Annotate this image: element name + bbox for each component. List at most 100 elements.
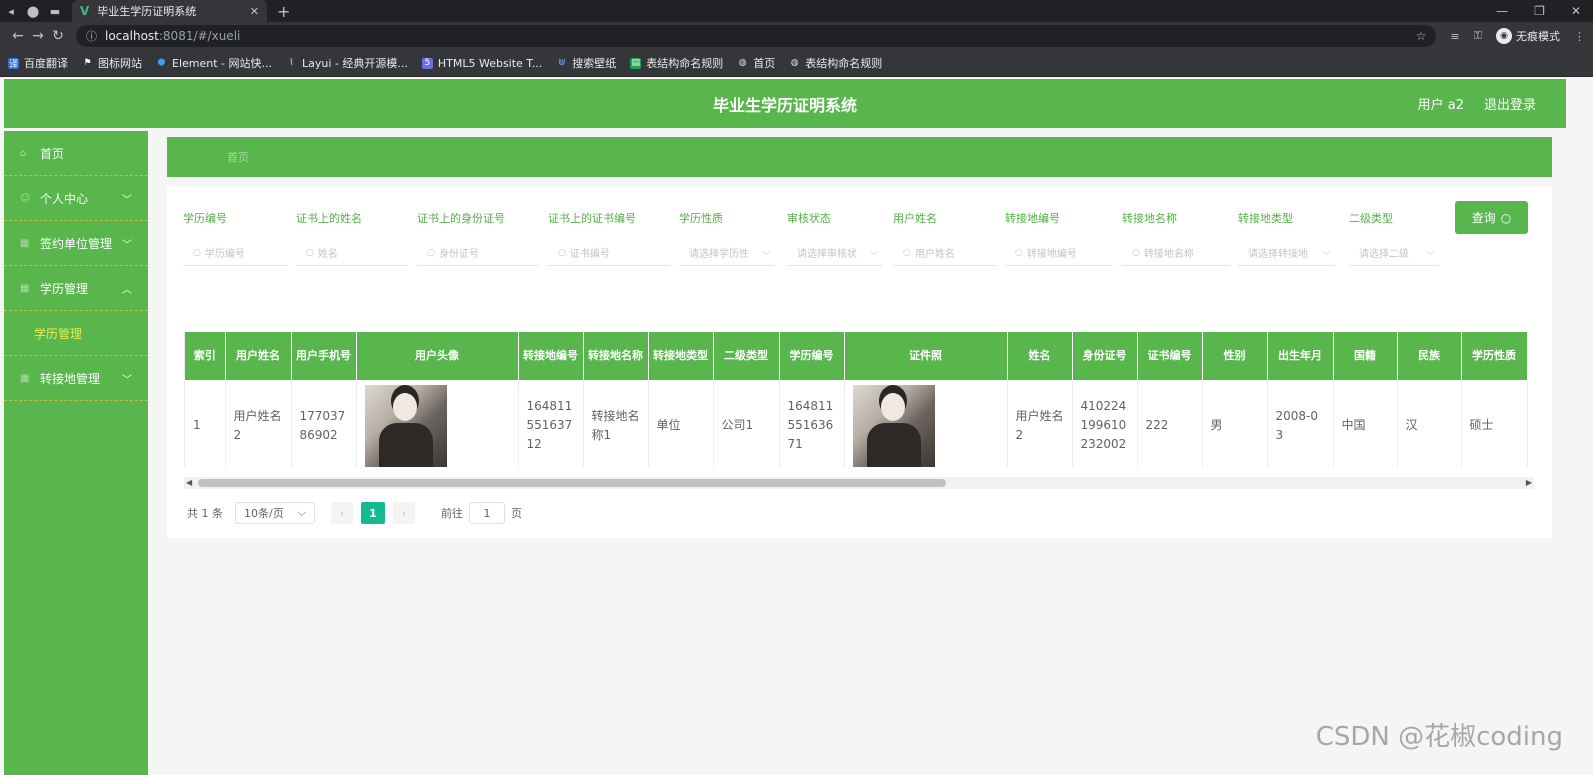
url-input[interactable]: ⓘ localhost:8081/#/xueli ☆ [76, 25, 1437, 47]
filter-cert-name: 证书上的姓名 ○ 姓名 [296, 210, 417, 266]
prev-page-button[interactable]: ‹ [331, 502, 353, 524]
scroll-right-icon[interactable]: ▶ [1526, 478, 1532, 487]
breadcrumb-home[interactable]: 首页 [227, 149, 249, 165]
bookmark-item[interactable]: ◍ 表结构命名规则 [789, 55, 882, 71]
cert-no-input[interactable]: ○ 证书编号 [548, 240, 670, 266]
column-header: 姓名 [1007, 332, 1073, 380]
menu-kebab-icon[interactable]: ⋮ [1574, 30, 1585, 43]
close-tab-icon[interactable]: ✕ [250, 5, 259, 18]
transfer-no-input[interactable]: ○ 转接地编号 [1005, 240, 1113, 266]
sidebar-item-transfer[interactable]: ▦ 转接地管理 ﹀ [4, 356, 148, 401]
new-tab-icon[interactable]: + [277, 2, 290, 21]
table-row[interactable]: 1 用户姓名2 17703786902 16481155163712 转接地名称… [185, 380, 1528, 468]
incognito-label: 无痕模式 [1516, 30, 1560, 43]
cert-id-input[interactable]: ○ 身份证号 [417, 240, 539, 266]
filter-edu-type: 学历性质 请选择学历性 ⌵ [679, 210, 787, 266]
filter-transfer-name: 转接地名称 ○ 转接地名称 [1122, 210, 1238, 266]
bookmark-item[interactable]: 译百度翻译 [8, 55, 68, 71]
cell-edu-type: 硕士 [1461, 380, 1528, 468]
filter-transfer-no: 转接地编号 ○ 转接地编号 [1005, 210, 1122, 266]
next-page-button[interactable]: › [393, 502, 415, 524]
chevron-down-icon: ⌵ [1323, 247, 1331, 258]
info-icon[interactable]: ⓘ [86, 28, 97, 44]
sidebar: ⌂ 首页 ☺ 个人中心 ﹀ ▦ 签约单位管理 ﹀ ▦ 学历管理 ︿ 学历管理 ▦… [4, 131, 148, 775]
column-header: 证件照 [844, 332, 1008, 380]
edu-type-select[interactable]: 请选择学历性 ⌵ [679, 240, 774, 266]
current-user: 用户 a2 [1417, 98, 1464, 113]
incognito-badge[interactable]: ◉ 无痕模式 [1496, 28, 1560, 44]
back-icon[interactable]: ← [8, 28, 28, 44]
browser-tab-bar: ◂ ⬤ ▬ V 毕业生学历证明系统 ✕ + — ❐ ✕ [0, 0, 1593, 22]
column-header: 学历编号 [779, 332, 845, 380]
query-button[interactable]: 查询 ○ [1455, 201, 1528, 234]
horizontal-scrollbar[interactable]: ◀ ▶ [184, 477, 1534, 489]
forward-icon[interactable]: → [28, 28, 48, 44]
transfer-name-input[interactable]: ○ 转接地名称 [1122, 240, 1230, 266]
logout-link[interactable]: 退出登录 [1484, 94, 1536, 113]
user-name-input[interactable]: ○ 用户姓名 [893, 240, 996, 266]
sub-type-select[interactable]: 请选择二级 ⌵ [1349, 240, 1439, 266]
restore-icon[interactable]: ❐ [1534, 4, 1545, 18]
chevron-down-icon: ⌵ [1427, 247, 1435, 258]
reload-icon[interactable]: ↻ [48, 28, 68, 44]
sidebar-subitem-education[interactable]: 学历管理 [4, 311, 148, 356]
scroll-left-icon[interactable]: ◀ [186, 478, 192, 487]
search-icon: ○ [558, 247, 566, 258]
sidebar-item-profile[interactable]: ☺ 个人中心 ﹀ [4, 176, 148, 221]
bookmark-item[interactable]: ⬢ Element - 网站快... [156, 55, 272, 71]
column-header: 身份证号 [1072, 332, 1138, 380]
chevron-up-icon: ︿ [122, 284, 132, 296]
browser-tab[interactable]: V 毕业生学历证明系统 ✕ [72, 0, 267, 22]
tab-search-icon[interactable]: ◂ [0, 0, 22, 22]
column-header: 索引 [185, 332, 226, 380]
key-icon[interactable]: ⚿ [1474, 29, 1482, 43]
bookmarks-bar: 译百度翻译 ⚑ 图标网站 ⬢ Element - 网站快... ⌇ Layui - 经… [0, 50, 1593, 77]
page-size-select[interactable]: 10条/页 ⌵ [235, 502, 315, 524]
search-icon: ○ [1132, 247, 1140, 258]
column-header: 转接地名称 [583, 332, 649, 380]
tab-title: 毕业生学历证明系统 [97, 5, 197, 18]
cell-index: 1 [185, 380, 226, 468]
cert-name-input[interactable]: ○ 姓名 [296, 240, 408, 266]
column-header: 证书编号 [1137, 332, 1203, 380]
transfer-type-select[interactable]: 请选择转接地 ⌵ [1238, 240, 1335, 266]
cell-avatar [356, 380, 519, 468]
user-avatar-image[interactable] [364, 384, 447, 467]
column-header: 用户姓名 [225, 332, 292, 380]
close-window-icon[interactable]: ✕ [1571, 4, 1581, 18]
edu-no-input[interactable]: ○ 学历编号 [183, 240, 288, 266]
pagination-total: 共 1 条 [187, 507, 223, 520]
audit-status-select[interactable]: 请选择审核状 ⌵ [787, 240, 882, 266]
filter-cert-id: 证书上的身份证号 ○ 身份证号 [417, 210, 548, 266]
url-host: localhost [105, 29, 159, 43]
bookmark-item[interactable]: ⋓ 搜索壁纸 [556, 55, 616, 71]
minimize-icon[interactable]: — [1496, 4, 1508, 18]
bookmark-item[interactable]: ⚑ 图标网站 [82, 55, 142, 71]
bookmark-item[interactable]: ⌇ Layui - 经典开源模... [286, 55, 408, 71]
search-icon: ○ [193, 247, 201, 258]
page-number-active[interactable]: 1 [361, 502, 385, 524]
sidebar-item-education[interactable]: ▦ 学历管理 ︿ [4, 266, 148, 311]
scrollbar-thumb[interactable] [198, 479, 946, 487]
layui-icon: ⌇ [289, 58, 294, 68]
bookmark-item[interactable]: ▤ 表结构命名规则 [630, 55, 723, 71]
cell-name: 用户姓名2 [1007, 380, 1073, 468]
window-icon[interactable]: ▬ [44, 0, 66, 22]
column-header: 用户手机号 [291, 332, 357, 380]
flag-icon: ⚑ [83, 58, 92, 68]
bookmark-item[interactable]: 5 HTML5 Website T... [421, 57, 542, 70]
sidebar-item-units[interactable]: ▦ 签约单位管理 ﹀ [4, 221, 148, 266]
goto-page-input[interactable]: 1 [469, 502, 505, 524]
cell-phone: 17703786902 [291, 380, 357, 468]
search-icon: ○ [306, 247, 314, 258]
html5-icon: 5 [421, 57, 433, 69]
cell-gender: 男 [1202, 380, 1268, 468]
cert-photo-image[interactable] [852, 384, 935, 467]
column-header: 性别 [1202, 332, 1268, 380]
translate-icon: 译 [8, 57, 19, 70]
cell-sub-type: 公司1 [713, 380, 780, 468]
reading-list-icon[interactable]: ≡ [1450, 30, 1459, 43]
sidebar-item-home[interactable]: ⌂ 首页 [4, 131, 148, 176]
bookmark-star-icon[interactable]: ☆ [1416, 29, 1427, 43]
bookmark-item[interactable]: ◍ 首页 [737, 55, 775, 71]
